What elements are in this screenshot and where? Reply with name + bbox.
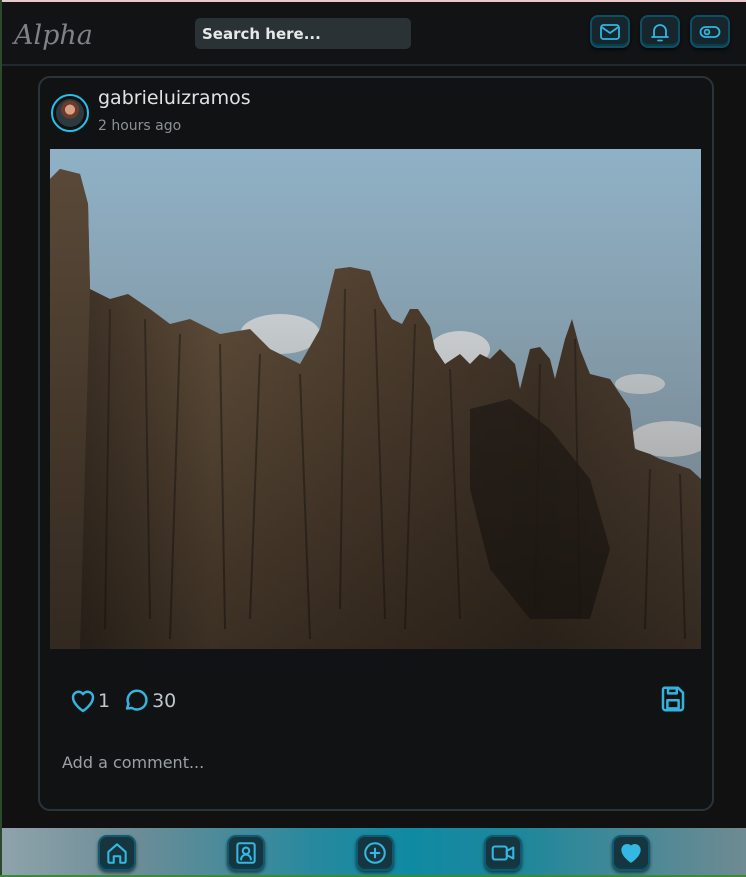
add-circle-icon (364, 842, 386, 864)
nav-create-button[interactable] (356, 835, 394, 871)
bell-icon (651, 23, 669, 41)
avatar-image (56, 99, 84, 127)
heart-icon (621, 844, 641, 863)
like-button[interactable]: 1 (68, 686, 110, 716)
bottom-nav (2, 828, 746, 877)
post-actions: 1 30 (68, 684, 176, 718)
video-icon (491, 845, 515, 861)
heart-outline-icon (71, 690, 95, 713)
notifications-button[interactable] (640, 15, 680, 48)
nav-favorites-button[interactable] (612, 835, 650, 871)
post-username[interactable]: gabrieluizramos (98, 87, 251, 109)
nav-home-button[interactable] (98, 835, 136, 871)
toggle-icon (699, 25, 721, 38)
nav-profile-button[interactable] (227, 835, 265, 871)
avatar[interactable] (51, 94, 89, 132)
post-card: gabrieluizramos 2 hours ago 1 30 Add a c… (38, 76, 714, 811)
comment-bubble-icon (125, 689, 148, 711)
profile-icon (236, 842, 256, 864)
post-timestamp: 2 hours ago (98, 118, 182, 134)
post-image[interactable] (50, 149, 701, 649)
theme-toggle-button[interactable] (690, 15, 730, 48)
comment-button[interactable]: 30 (122, 686, 176, 716)
window-left-edge (0, 0, 2, 877)
top-bar: Alpha (2, 2, 746, 66)
floppy-disk-icon (661, 686, 685, 712)
search-input[interactable] (195, 18, 411, 49)
comment-count: 30 (152, 690, 177, 712)
messages-button[interactable] (590, 15, 630, 48)
save-button[interactable] (658, 684, 688, 714)
app-logo[interactable]: Alpha (14, 20, 93, 51)
mail-icon (600, 23, 620, 40)
like-count: 1 (98, 690, 111, 712)
rock-spires-landscape (50, 149, 701, 649)
nav-video-button[interactable] (484, 835, 522, 871)
comment-input[interactable] (54, 746, 684, 778)
home-icon (107, 843, 127, 864)
